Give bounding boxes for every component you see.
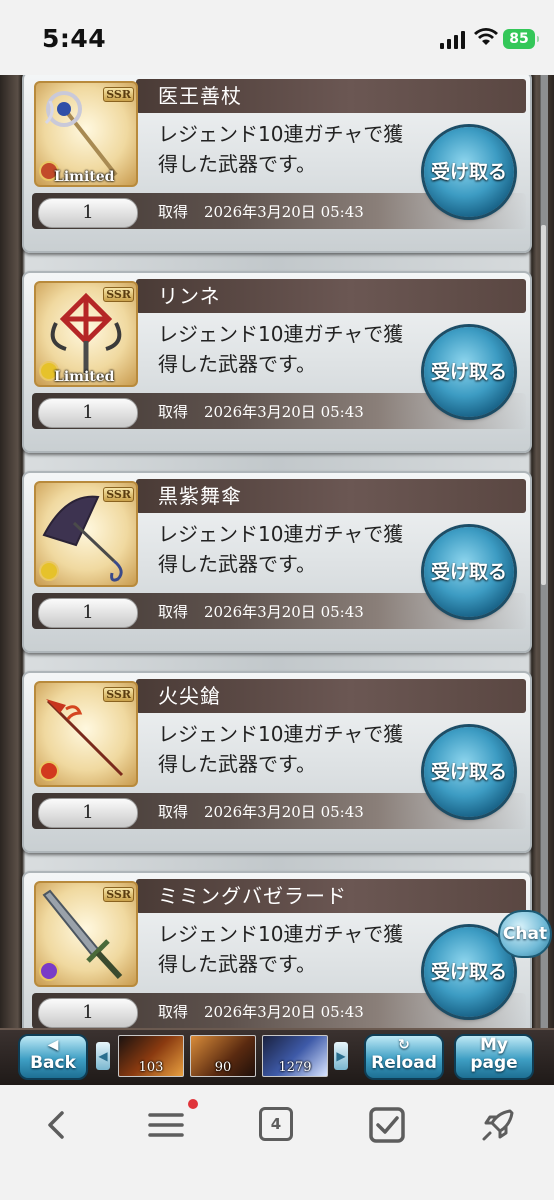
item-description: レジェンド10連ガチャで獲 得した武器です。 [158,322,404,376]
mypage-button[interactable]: My page [454,1034,534,1080]
acquired-date: 2026年3月20日 05:43 [204,203,364,221]
rocket-icon[interactable] [478,1105,518,1145]
chevron-left-icon[interactable]: ◀ [96,1042,110,1070]
item-slot[interactable]: 90 [190,1035,256,1077]
item-description: レジェンド10連ガチャで獲 得した武器です。 [158,722,404,776]
weapon-thumbnail: SSR [34,681,138,787]
tabs-button[interactable]: 4 [259,1107,293,1141]
item-description: レジェンド10連ガチャで獲 得した武器です。 [158,522,404,576]
battery-icon: 85 [503,29,539,49]
item-slot[interactable]: 1279 [262,1035,328,1077]
acquired-label: 取得 [158,1003,189,1021]
acquired-date: 2026年3月20日 05:43 [204,803,364,821]
chat-button[interactable]: Chat [498,910,552,958]
receive-button[interactable]: 受け取る [424,527,514,617]
item-name: 黒紫舞傘 [158,484,242,508]
element-icon [39,561,59,581]
present-card: 黒紫舞傘 SSR レジェンド10連ガチャで獲 得した武器です。 1 取得 202… [22,471,532,653]
quantity-field: 1 [38,998,138,1028]
acquired-date: 2026年3月20日 05:43 [204,1003,364,1021]
rarity-badge: SSR [103,887,134,902]
item-name: 火尖鎗 [158,684,221,708]
item-name: リンネ [158,284,221,308]
game-bottom-nav: ◀ Back ◀ 103 90 1279 ▶ ↻ Reload My page [0,1028,554,1085]
quantity-field: 1 [38,598,138,628]
scrollbar-thumb[interactable] [541,225,546,585]
rarity-badge: SSR [103,487,134,502]
receive-button[interactable]: 受け取る [424,727,514,817]
item-description: レジェンド10連ガチャで獲 得した武器です。 [158,122,404,176]
weapon-thumbnail: SSR Limited [34,281,138,387]
acquired-date: 2026年3月20日 05:43 [204,603,364,621]
element-icon [39,761,59,781]
back-icon[interactable] [36,1105,76,1145]
back-arrow-icon: ◀ [47,1037,59,1053]
quantity-field: 1 [38,798,138,828]
checkbox-icon[interactable] [367,1105,407,1145]
item-name: 医王善杖 [158,84,242,108]
quantity-field: 1 [38,198,138,228]
acquired-label: 取得 [158,603,189,621]
present-card: ミミングバゼラード SSR レジェンド10連ガチャで獲 得した武器です。 1 取… [22,871,532,1053]
present-card: リンネ SSR Limited レジェンド10連ガチャで獲 得した武器です。 1… [22,271,532,453]
weapon-thumbnail: SSR [34,481,138,587]
item-slot[interactable]: 103 [118,1035,184,1077]
rarity-badge: SSR [103,87,134,102]
present-card: 医王善杖 SSR Limited レジェンド10連ガチャで獲 得した武器です。 … [22,75,532,253]
limited-badge: Limited [54,169,115,185]
weapon-thumbnail: SSR Limited [34,81,138,187]
rarity-badge: SSR [103,287,134,302]
present-card: 火尖鎗 SSR レジェンド10連ガチャで獲 得した武器です。 1 取得 2026… [22,671,532,853]
item-description: レジェンド10連ガチャで獲 得した武器です。 [158,922,404,976]
status-bar: 5:44 85 [0,0,554,75]
browser-toolbar: 4 [0,1085,554,1200]
back-button[interactable]: ◀ Back [18,1034,88,1080]
receive-button[interactable]: 受け取る [424,327,514,417]
weapon-thumbnail: SSR [34,881,138,987]
item-name: ミミングバゼラード [158,884,347,908]
rarity-badge: SSR [103,687,134,702]
notification-dot [188,1099,198,1109]
reload-icon: ↻ [398,1037,410,1053]
menu-icon[interactable] [146,1105,186,1145]
element-icon [39,961,59,981]
quantity-field: 1 [38,398,138,428]
receive-button[interactable]: 受け取る [424,127,514,217]
signal-icon [440,29,466,49]
clock: 5:44 [42,24,107,53]
acquired-label: 取得 [158,203,189,221]
wifi-icon [474,28,498,45]
acquired-label: 取得 [158,803,189,821]
game-viewport[interactable]: 医王善杖 SSR Limited レジェンド10連ガチャで獲 得した武器です。 … [0,75,554,1085]
reload-button[interactable]: ↻ Reload [364,1034,444,1080]
chevron-right-icon[interactable]: ▶ [334,1042,348,1070]
limited-badge: Limited [54,369,115,385]
acquired-date: 2026年3月20日 05:43 [204,403,364,421]
acquired-label: 取得 [158,403,189,421]
